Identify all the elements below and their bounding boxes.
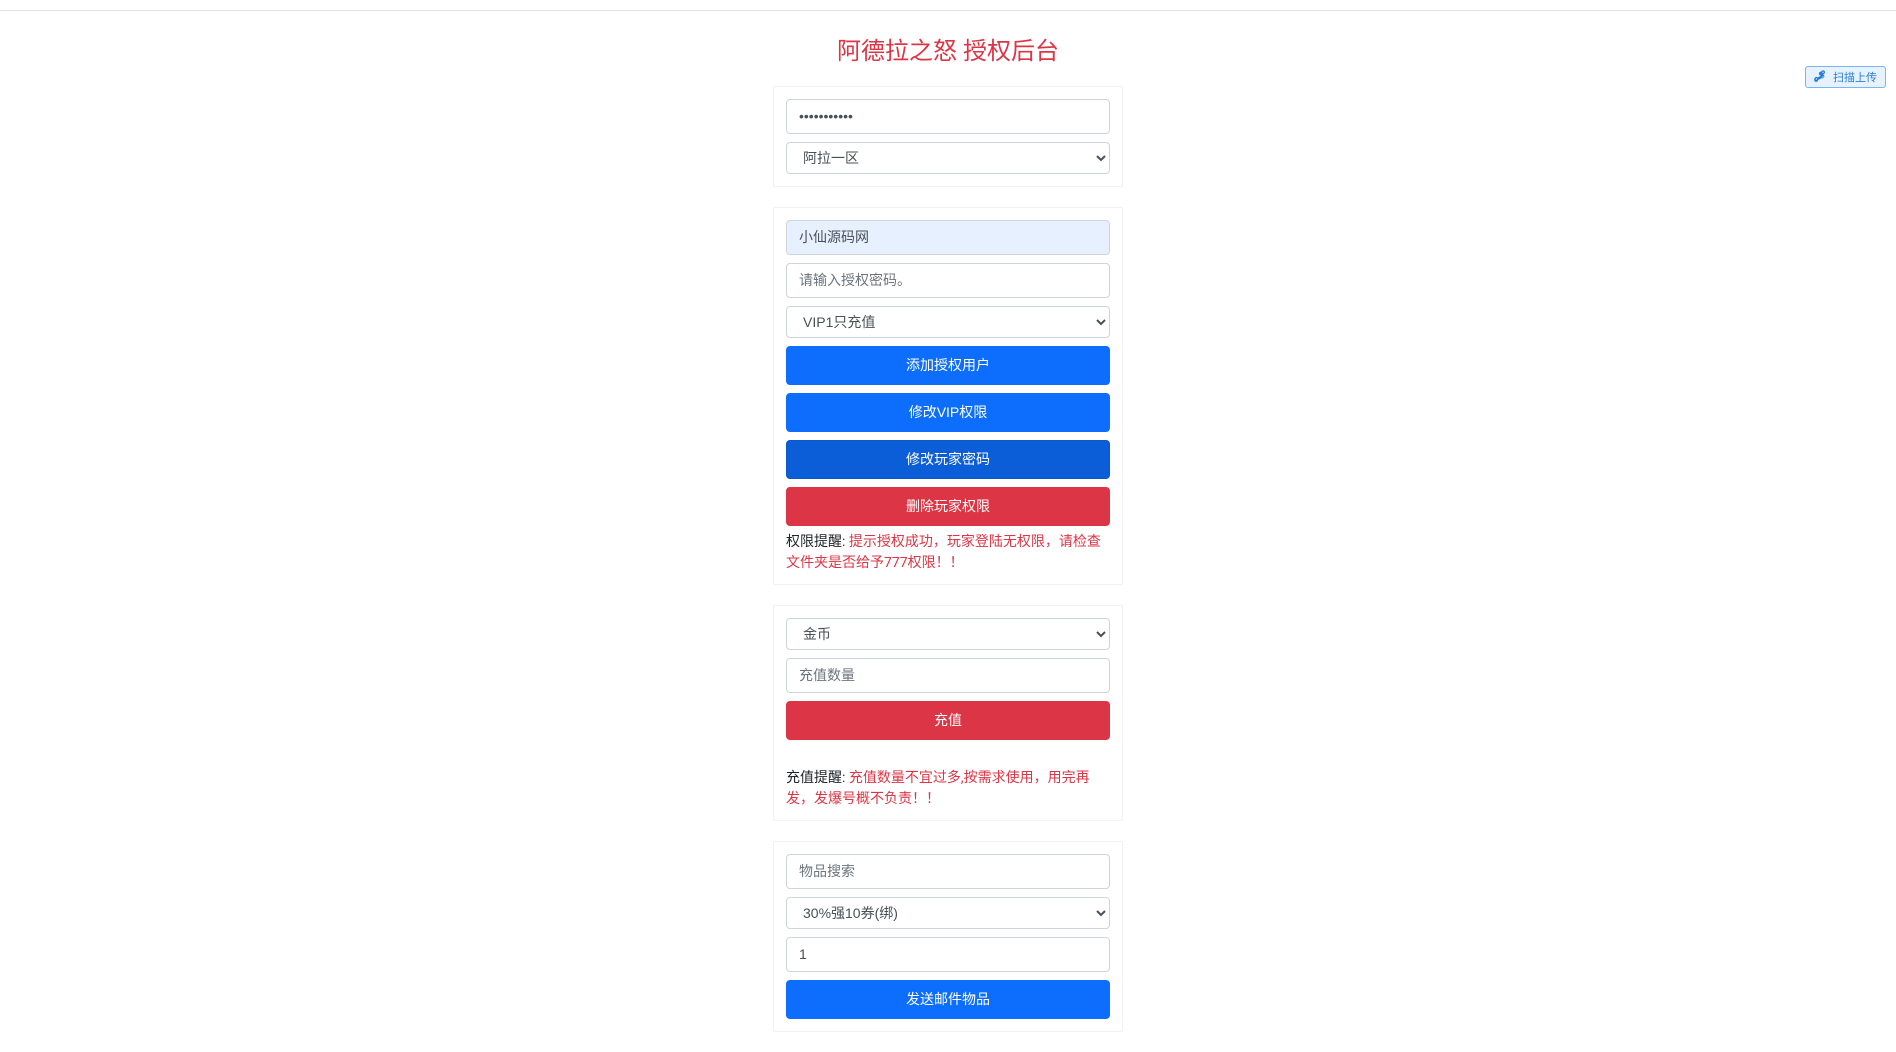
- recharge-type-select[interactable]: 金币: [786, 618, 1110, 650]
- item-quantity-input[interactable]: [786, 937, 1110, 972]
- delete-permission-button[interactable]: 删除玩家权限: [786, 487, 1110, 526]
- send-mail-button[interactable]: 发送邮件物品: [786, 980, 1110, 1019]
- top-divider: [0, 10, 1896, 11]
- server-select[interactable]: 阿拉一区: [786, 142, 1110, 174]
- vip-select[interactable]: VIP1只充值: [786, 306, 1110, 338]
- cloud-share-icon: [1810, 69, 1828, 85]
- add-user-button[interactable]: 添加授权用户: [786, 346, 1110, 385]
- recharge-amount-input[interactable]: [786, 658, 1110, 693]
- login-section: 阿拉一区: [773, 86, 1123, 187]
- upload-label: 扫描上传: [1833, 69, 1877, 85]
- auth-warning-label: 权限提醒:: [786, 534, 849, 550]
- auth-warning: 权限提醒: 提示授权成功，玩家登陆无权限，请检查文件夹是否给予777权限！！: [786, 532, 1110, 574]
- auth-section: VIP1只充值 添加授权用户 修改VIP权限 修改玩家密码 删除玩家权限 权限提…: [773, 207, 1123, 585]
- modify-vip-button[interactable]: 修改VIP权限: [786, 393, 1110, 432]
- main-container: 阿德拉之怒 授权后台 阿拉一区 VIP1只充值 添加授权用户 修改VIP权限 修…: [758, 31, 1138, 1032]
- mail-section: 30%强10券(绑) 发送邮件物品: [773, 841, 1123, 1032]
- username-input[interactable]: [786, 220, 1110, 255]
- auth-code-input[interactable]: [786, 263, 1110, 298]
- page-title: 阿德拉之怒 授权后台: [773, 31, 1123, 66]
- recharge-warning: 充值提醒: 充值数量不宜过多,按需求使用，用完再发，发爆号概不负责！！: [786, 768, 1110, 810]
- password-input[interactable]: [786, 99, 1110, 134]
- modify-password-button[interactable]: 修改玩家密码: [786, 440, 1110, 479]
- recharge-button[interactable]: 充值: [786, 701, 1110, 740]
- recharge-warning-label: 充值提醒:: [786, 770, 849, 786]
- item-select[interactable]: 30%强10券(绑): [786, 897, 1110, 929]
- item-search-input[interactable]: [786, 854, 1110, 889]
- upload-widget[interactable]: 扫描上传: [1805, 66, 1886, 88]
- recharge-section: 金币 充值 充值提醒: 充值数量不宜过多,按需求使用，用完再发，发爆号概不负责！…: [773, 605, 1123, 821]
